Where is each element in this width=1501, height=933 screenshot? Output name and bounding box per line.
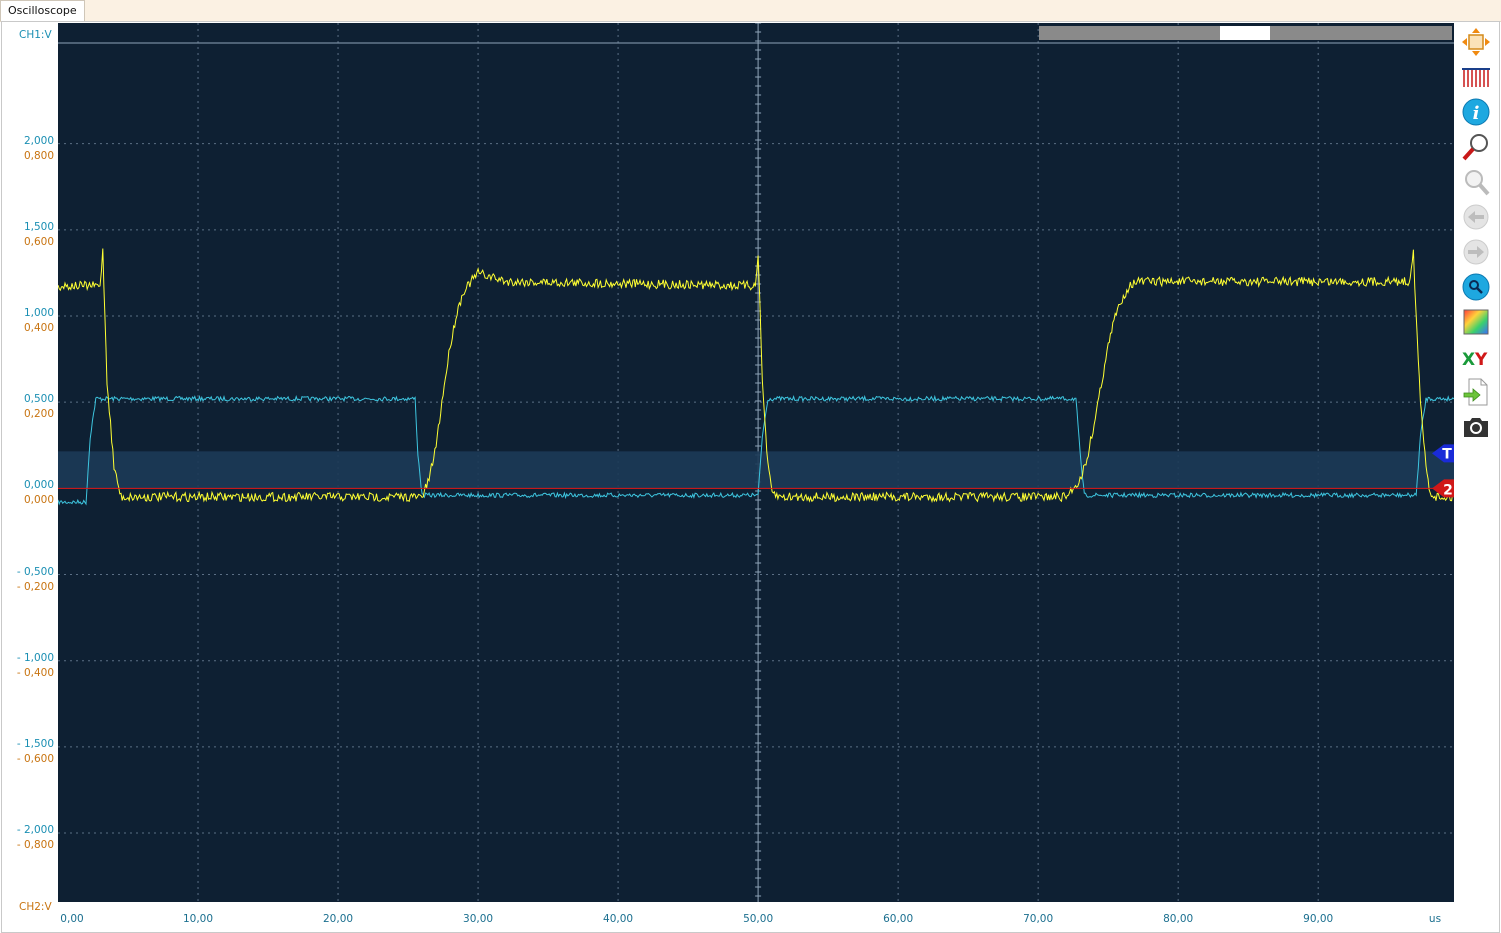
ch2-tick-label: 0,800 bbox=[23, 149, 54, 162]
ch2-axis-title: CH2:V bbox=[19, 901, 52, 913]
ch2-tick-label: - 0,800 bbox=[16, 839, 54, 852]
trigger-marker-label: T bbox=[1442, 446, 1452, 462]
ch2-tick-label: - 0,400 bbox=[16, 666, 54, 679]
x-tick-label: 0,00 bbox=[60, 913, 84, 925]
zoom-out-button[interactable] bbox=[1460, 166, 1492, 198]
x-tick-label: 50,00 bbox=[743, 913, 774, 925]
forward-arrow-icon bbox=[1463, 239, 1489, 265]
sampling-button[interactable] bbox=[1460, 61, 1492, 93]
ch1-tick-label: - 2,000 bbox=[16, 824, 54, 837]
ch2-tick-label: 0,400 bbox=[23, 322, 54, 334]
export-button[interactable] bbox=[1460, 376, 1492, 408]
ch2-tick-label: - 0,200 bbox=[16, 580, 54, 593]
ch2-tick-label: 0,000 bbox=[23, 494, 54, 507]
horizontal-scrollbar[interactable] bbox=[1039, 26, 1452, 40]
screenshot-button[interactable] bbox=[1460, 411, 1492, 443]
info-icon: i bbox=[1462, 98, 1490, 126]
svg-text:i: i bbox=[1473, 103, 1480, 124]
ch1-tick-label: 0,500 bbox=[23, 393, 54, 406]
ch2-tick-label: - 0,600 bbox=[16, 752, 54, 765]
color-settings-button[interactable] bbox=[1460, 306, 1492, 338]
ch1-tick-label: - 1,500 bbox=[16, 737, 54, 750]
ch1-tick-label: - 1,000 bbox=[16, 651, 54, 664]
x-tick-label: 60,00 bbox=[883, 913, 914, 925]
scope-waveforms: T2 bbox=[58, 23, 1454, 902]
x-tick-label: 10,00 bbox=[182, 913, 214, 925]
ch1-tick-label: 1,500 bbox=[23, 220, 54, 233]
ch1-tick-label: 2,000 bbox=[23, 134, 54, 147]
ch2-tick-label: 0,200 bbox=[23, 408, 54, 421]
scope-toolbar: i X Y bbox=[1457, 23, 1497, 903]
svg-text:X: X bbox=[1462, 350, 1475, 370]
info-button[interactable]: i bbox=[1460, 96, 1492, 128]
ch1-tick-label: 1,000 bbox=[23, 307, 54, 319]
tab-oscilloscope[interactable]: Oscilloscope bbox=[0, 0, 85, 21]
zoom-in-button[interactable] bbox=[1460, 131, 1492, 163]
scope-plot-area[interactable]: T2 bbox=[58, 23, 1454, 902]
fit-screen-icon bbox=[1462, 28, 1490, 56]
ch1-tick-label: - 0,500 bbox=[16, 565, 54, 578]
zoom-in-icon bbox=[1462, 134, 1488, 161]
sampling-bars-icon bbox=[1462, 68, 1490, 87]
x-tick-label: 30,00 bbox=[463, 913, 494, 925]
back-button[interactable] bbox=[1460, 201, 1492, 233]
zoom-reset-icon bbox=[1462, 273, 1490, 301]
fit-screen-button[interactable] bbox=[1460, 26, 1492, 58]
x-tick-label: 20,00 bbox=[323, 913, 354, 925]
xy-mode-button[interactable]: X Y bbox=[1460, 341, 1492, 373]
x-tick-label: 40,00 bbox=[603, 913, 634, 925]
color-palette-icon bbox=[1463, 309, 1489, 335]
ch2-tick-label: 0,600 bbox=[23, 235, 54, 248]
zoom-reset-button[interactable] bbox=[1460, 271, 1492, 303]
ch1-axis-title: CH1:V bbox=[19, 29, 52, 41]
scroll-thumb[interactable] bbox=[1220, 26, 1270, 40]
zoom-out-icon bbox=[1465, 170, 1490, 196]
back-arrow-icon bbox=[1463, 204, 1489, 230]
xy-mode-icon: X Y bbox=[1462, 350, 1488, 370]
x-tick-label: 90,00 bbox=[1303, 913, 1334, 925]
forward-button[interactable] bbox=[1460, 236, 1492, 268]
camera-icon bbox=[1464, 418, 1488, 437]
export-icon bbox=[1463, 378, 1488, 406]
x-tick-label: 80,00 bbox=[1163, 913, 1194, 925]
svg-text:Y: Y bbox=[1474, 350, 1488, 370]
x-axis-unit: us bbox=[1428, 913, 1442, 925]
trigger-band bbox=[58, 451, 1454, 489]
x-tick-label: 70,00 bbox=[1023, 913, 1054, 925]
ch1-tick-label: 0,000 bbox=[23, 479, 54, 492]
tab-bar: Oscilloscope bbox=[0, 0, 1501, 22]
ch2-marker-label: 2 bbox=[1443, 482, 1453, 498]
